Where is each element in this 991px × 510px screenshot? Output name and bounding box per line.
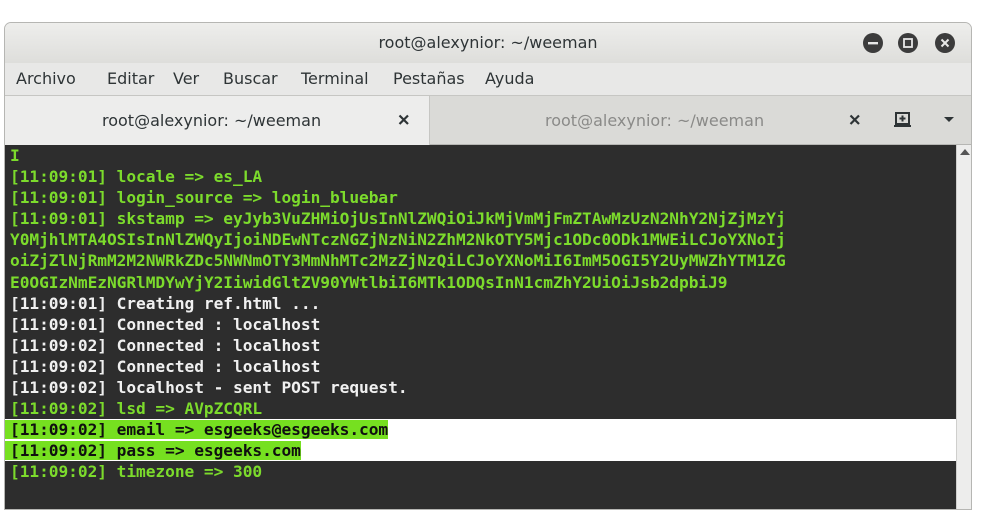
tab-2-label: root@alexynior: ~/weeman (545, 111, 765, 130)
tab-bar: root@alexynior: ~/weeman root@alexynior:… (5, 95, 971, 145)
tab-1[interactable]: root@alexynior: ~/weeman (5, 96, 430, 145)
menu-archivo[interactable]: Archivo (16, 69, 76, 88)
menu-ayuda[interactable]: Ayuda (485, 69, 534, 88)
menu-editar[interactable]: Editar (107, 69, 154, 88)
menu-ver[interactable]: Ver (173, 69, 199, 88)
tab-2[interactable]: root@alexynior: ~/weeman (430, 96, 860, 145)
terminal-window: root@alexynior: ~/weeman Archivo Editar … (4, 22, 972, 510)
terminal-line: [11:09:02] pass => esgeeks.com (5, 440, 956, 462)
terminal-line: [11:09:02] Connected : localhost (10, 335, 321, 355)
new-tab-icon[interactable] (893, 108, 913, 135)
window-title: root@alexynior: ~/weeman (378, 33, 598, 52)
terminal-line: [11:09:01] skstamp => eyJyb3VuZHMiOjUsIn… (10, 209, 786, 229)
terminal-line: I (10, 146, 20, 165)
tab-close-icon[interactable] (848, 109, 862, 134)
terminal-line: E0OGIzNmEzNGRlMDYwYjY2IiwidGltZV90YWtlbi… (10, 272, 728, 292)
terminal-line: [11:09:01] login_source => login_bluebar (10, 188, 398, 208)
terminal-line: [11:09:02] timezone => 300 (10, 462, 263, 482)
minimize-icon[interactable] (863, 33, 883, 53)
maximize-icon[interactable] (898, 33, 918, 53)
menu-terminal[interactable]: Terminal (301, 69, 369, 88)
terminal-output[interactable]: I [11:09:01] locale => es_LA [11:09:01] lo… (5, 145, 956, 509)
terminal-line: [11:09:02] email => esgeeks@esgeeks.com (5, 419, 956, 441)
scrollbar[interactable] (956, 145, 971, 509)
title-bar[interactable]: root@alexynior: ~/weeman (5, 23, 971, 63)
terminal-line: [11:09:01] Connected : localhost (10, 314, 321, 334)
scroll-up-icon[interactable] (960, 149, 970, 155)
close-icon[interactable] (935, 33, 955, 53)
terminal-line: oiZjZlNjRmM2M2NWRkZDc5NWNmOTY3MmNhMTc2Mz… (10, 251, 786, 271)
tab-1-label: root@alexynior: ~/weeman (102, 111, 322, 130)
terminal-line: [11:09:02] lsd => AVpZCQRL (10, 399, 263, 419)
menu-buscar[interactable]: Buscar (223, 69, 278, 88)
menu-bar: Archivo Editar Ver Buscar Terminal Pesta… (5, 63, 971, 95)
terminal-line: [11:09:02] localhost - sent POST request… (10, 378, 408, 398)
selected-text: [11:09:02] pass => esgeeks.com (5, 441, 301, 461)
menu-pestanas[interactable]: Pestañas (393, 69, 465, 88)
terminal-line: [11:09:02] Connected : localhost (10, 356, 321, 376)
chevron-down-icon[interactable] (942, 108, 956, 135)
terminal-line: [11:09:01] locale => es_LA (10, 167, 263, 187)
tab-close-icon[interactable] (397, 109, 411, 134)
selected-text: [11:09:02] email => esgeeks@esgeeks.com (5, 420, 388, 440)
terminal-line: [11:09:01] Creating ref.html ... (10, 293, 321, 313)
terminal-line: Y0MjhlMTA4OSIsInNlZWQyIjoiNDEwNTczNGZjNz… (10, 230, 786, 250)
